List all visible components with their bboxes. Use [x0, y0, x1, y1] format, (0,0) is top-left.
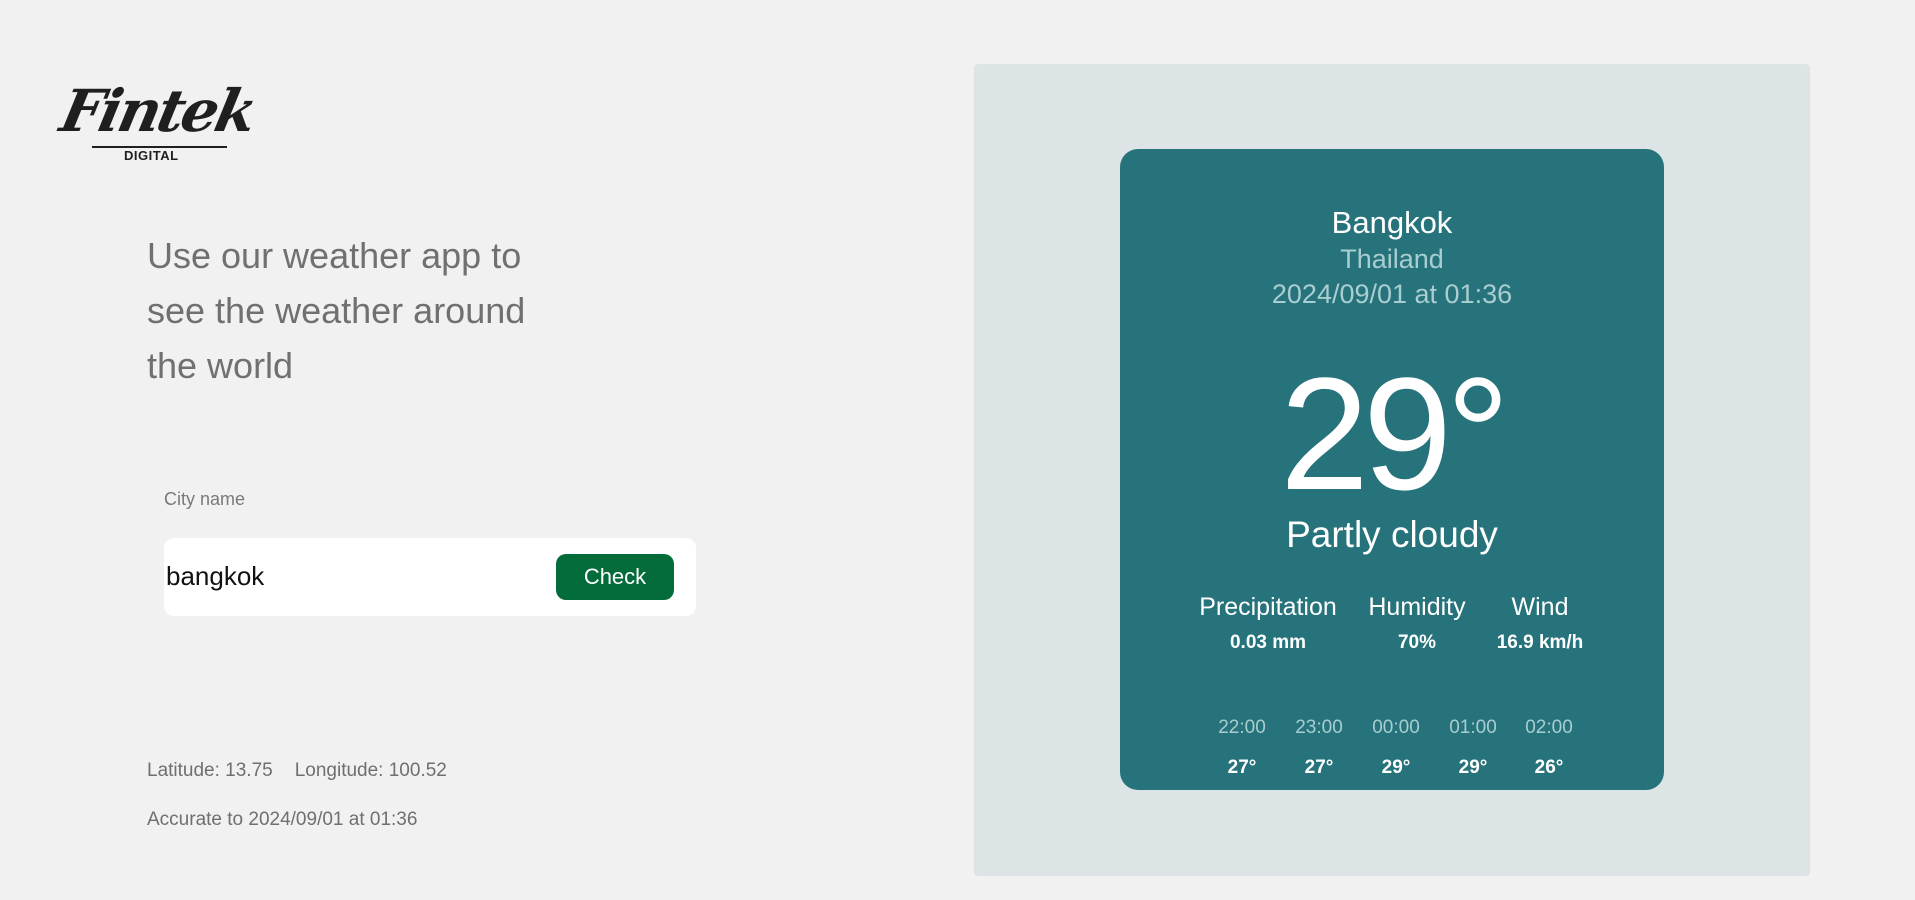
hour-temp: 27°	[1227, 757, 1257, 778]
weather-stats: Precipitation 0.03 mm Humidity 70% Wind …	[1198, 593, 1598, 663]
stat-value: 16.9 km/h	[1496, 632, 1584, 653]
hour-time: 22:00	[1218, 717, 1266, 738]
check-button[interactable]: Check	[556, 554, 674, 600]
city-name: Bangkok	[1331, 205, 1453, 240]
hourly-item: 23:00 27°	[1281, 717, 1357, 779]
stat-precipitation: Precipitation 0.03 mm	[1198, 593, 1338, 654]
weather-panel: Bangkok Thailand 2024/09/01 at 01:36 29°…	[974, 64, 1810, 876]
stat-value: 70%	[1397, 632, 1437, 653]
coordinates: Latitude: 13.75 Longitude: 100.52	[147, 760, 447, 782]
weather-card: Bangkok Thailand 2024/09/01 at 01:36 29°…	[1120, 149, 1664, 790]
logo-script-text: Fintek	[54, 77, 261, 145]
hour-temp: 29°	[1458, 757, 1488, 778]
hourly-item: 01:00 29°	[1435, 717, 1511, 779]
stat-label: Precipitation	[1199, 593, 1337, 621]
country-name: Thailand	[1340, 244, 1444, 274]
latitude-text: Latitude: 13.75	[147, 760, 273, 781]
stat-label: Humidity	[1368, 593, 1466, 621]
stat-wind: Wind 16.9 km/h	[1482, 593, 1598, 654]
logo-sub-text: DIGITAL	[124, 148, 179, 163]
stat-value: 0.03 mm	[1229, 632, 1307, 653]
search-box: Check	[164, 538, 696, 616]
hour-temp: 26°	[1534, 757, 1564, 778]
longitude-text: Longitude: 100.52	[294, 760, 447, 781]
hour-temp: 29°	[1381, 757, 1411, 778]
hourly-item: 00:00 29°	[1358, 717, 1434, 779]
weather-condition: Partly cloudy	[1286, 514, 1498, 555]
hourly-forecast: 22:00 27° 23:00 27° 00:00 29° 01:00 29° …	[1204, 717, 1584, 787]
accuracy-text: Accurate to 2024/09/01 at 01:36	[147, 809, 418, 830]
hour-time: 01:00	[1449, 717, 1497, 738]
fintek-logo: Fintek DIGITAL	[55, 77, 261, 164]
hour-time: 00:00	[1372, 717, 1420, 738]
current-temperature: 29°	[1280, 344, 1510, 523]
intro-tagline: Use our weather app to see the weather a…	[147, 235, 526, 386]
hourly-item: 02:00 26°	[1511, 717, 1587, 779]
weather-app-page: Fintek DIGITAL Use our weather app to se…	[0, 0, 1915, 900]
hour-temp: 27°	[1304, 757, 1334, 778]
hour-time: 23:00	[1295, 717, 1343, 738]
city-name-label: City name	[164, 489, 246, 509]
city-search-input[interactable]	[166, 552, 546, 600]
stat-humidity: Humidity 70%	[1364, 593, 1470, 654]
stat-label: Wind	[1511, 593, 1569, 621]
hourly-item: 22:00 27°	[1204, 717, 1280, 779]
weather-datetime: 2024/09/01 at 01:36	[1271, 279, 1513, 309]
hour-time: 02:00	[1525, 717, 1573, 738]
